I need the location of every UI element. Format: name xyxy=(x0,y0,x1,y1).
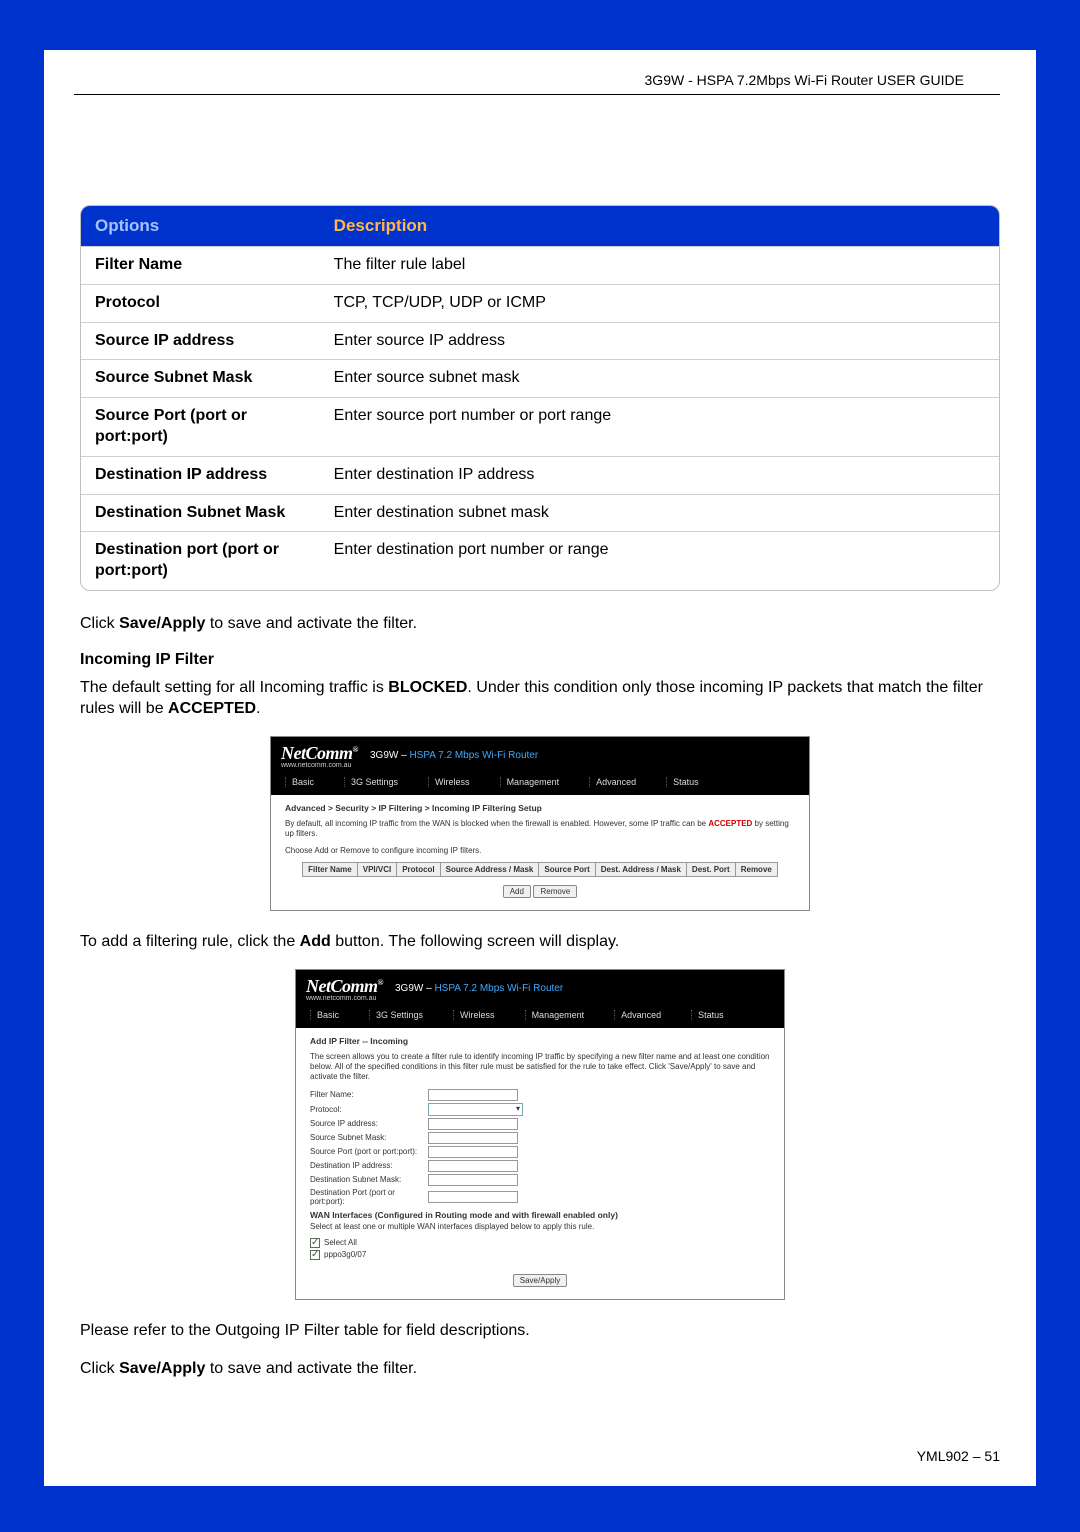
wan-interfaces-heading: WAN Interfaces (Configured in Routing mo… xyxy=(310,1210,770,1220)
info-text-2: Choose Add or Remove to configure incomi… xyxy=(285,846,795,856)
nav-basic[interactable]: Basic xyxy=(285,777,314,787)
para-saveapply-2: Click Save/Apply to save and activate th… xyxy=(80,1358,1000,1380)
nav-basic[interactable]: Basic xyxy=(310,1010,339,1020)
dest-port-input[interactable] xyxy=(428,1191,518,1203)
nav-advanced[interactable]: Advanced xyxy=(589,777,636,787)
table-row: Destination IP addressEnter destination … xyxy=(81,456,999,494)
checkbox-interface[interactable]: pppo3g0/07 xyxy=(310,1250,770,1260)
table-row: Destination port (port or port:port)Ente… xyxy=(81,531,999,590)
table-row: ProtocolTCP, TCP/UDP, UDP or ICMP xyxy=(81,284,999,322)
options-table: Options Description Filter NameThe filte… xyxy=(80,205,1000,591)
para-add-rule: To add a filtering rule, click the Add b… xyxy=(80,931,1000,953)
nav-status[interactable]: Status xyxy=(666,777,699,787)
screenshot-add-filter: NetComm® www.netcomm.com.au 3G9W – HSPA … xyxy=(295,969,785,1301)
row-src-port: Source Port (port or port:port): xyxy=(310,1146,770,1158)
source-port-input[interactable] xyxy=(428,1146,518,1158)
save-apply-button[interactable]: Save/Apply xyxy=(513,1274,567,1287)
add-filter-desc: The screen allows you to create a filter… xyxy=(310,1052,770,1083)
netcomm-logo: NetComm® xyxy=(281,743,358,763)
source-ip-input[interactable] xyxy=(428,1118,518,1130)
row-src-mask: Source Subnet Mask: xyxy=(310,1132,770,1144)
nav-advanced[interactable]: Advanced xyxy=(614,1010,661,1020)
router-model-title: 3G9W – HSPA 7.2 Mbps Wi-Fi Router xyxy=(395,983,563,994)
col-options: Options xyxy=(81,206,320,246)
checkbox-select-all[interactable]: Select All xyxy=(310,1238,770,1248)
breadcrumb: Advanced > Security > IP Filtering > Inc… xyxy=(285,803,795,813)
checkbox-icon[interactable] xyxy=(310,1250,320,1260)
nav-management[interactable]: Management xyxy=(500,777,560,787)
router-model-title: 3G9W – HSPA 7.2 Mbps Wi-Fi Router xyxy=(370,750,538,761)
info-text: By default, all incoming IP traffic from… xyxy=(285,819,795,840)
protocol-select[interactable] xyxy=(428,1103,523,1116)
para-refer-outgoing: Please refer to the Outgoing IP Filter t… xyxy=(80,1320,1000,1342)
filter-name-input[interactable] xyxy=(428,1089,518,1101)
table-row: Destination Subnet MaskEnter destination… xyxy=(81,494,999,532)
table-row: Source Subnet MaskEnter source subnet ma… xyxy=(81,359,999,397)
para-incoming-desc: The default setting for all Incoming tra… xyxy=(80,677,1000,720)
source-mask-input[interactable] xyxy=(428,1132,518,1144)
dest-mask-input[interactable] xyxy=(428,1174,518,1186)
row-filter-name: Filter Name: xyxy=(310,1089,770,1101)
table-row: Source IP addressEnter source IP address xyxy=(81,322,999,360)
breadcrumb-add: Add IP Filter -- Incoming xyxy=(310,1036,770,1046)
heading-incoming-ip-filter: Incoming IP Filter xyxy=(80,651,1000,669)
add-button[interactable]: Add xyxy=(503,885,531,898)
wan-interfaces-sub: Select at least one or multiple WAN inte… xyxy=(310,1222,770,1232)
nav-wireless[interactable]: Wireless xyxy=(453,1010,495,1020)
table-row: Filter NameThe filter rule label xyxy=(81,246,999,284)
row-dst-mask: Destination Subnet Mask: xyxy=(310,1174,770,1186)
row-dst-port: Destination Port (port or port:port): xyxy=(310,1188,770,1206)
row-protocol: Protocol: xyxy=(310,1103,770,1116)
router-nav: Basic 3G Settings Wireless Management Ad… xyxy=(271,771,809,795)
dest-ip-input[interactable] xyxy=(428,1160,518,1172)
screenshot-incoming-setup: NetComm® www.netcomm.com.au 3G9W – HSPA … xyxy=(270,736,810,911)
nav-wireless[interactable]: Wireless xyxy=(428,777,470,787)
filter-list-table: Filter Name VPI/VCI Protocol Source Addr… xyxy=(302,862,778,877)
router-nav: Basic 3G Settings Wireless Management Ad… xyxy=(296,1004,784,1028)
col-description: Description xyxy=(320,206,999,246)
row-dst-ip: Destination IP address: xyxy=(310,1160,770,1172)
nav-3g-settings[interactable]: 3G Settings xyxy=(344,777,398,787)
para-saveapply-1: Click Save/Apply to save and activate th… xyxy=(80,613,1000,635)
table-row: Source Port (port or port:port)Enter sou… xyxy=(81,397,999,456)
page-header: 3G9W - HSPA 7.2Mbps Wi-Fi Router USER GU… xyxy=(74,50,1000,95)
checkbox-icon[interactable] xyxy=(310,1238,320,1248)
remove-button[interactable]: Remove xyxy=(533,885,577,898)
row-src-ip: Source IP address: xyxy=(310,1118,770,1130)
nav-status[interactable]: Status xyxy=(691,1010,724,1020)
nav-management[interactable]: Management xyxy=(525,1010,585,1020)
nav-3g-settings[interactable]: 3G Settings xyxy=(369,1010,423,1020)
netcomm-logo: NetComm® xyxy=(306,976,383,996)
page-number: YML902 – 51 xyxy=(917,1448,1000,1464)
